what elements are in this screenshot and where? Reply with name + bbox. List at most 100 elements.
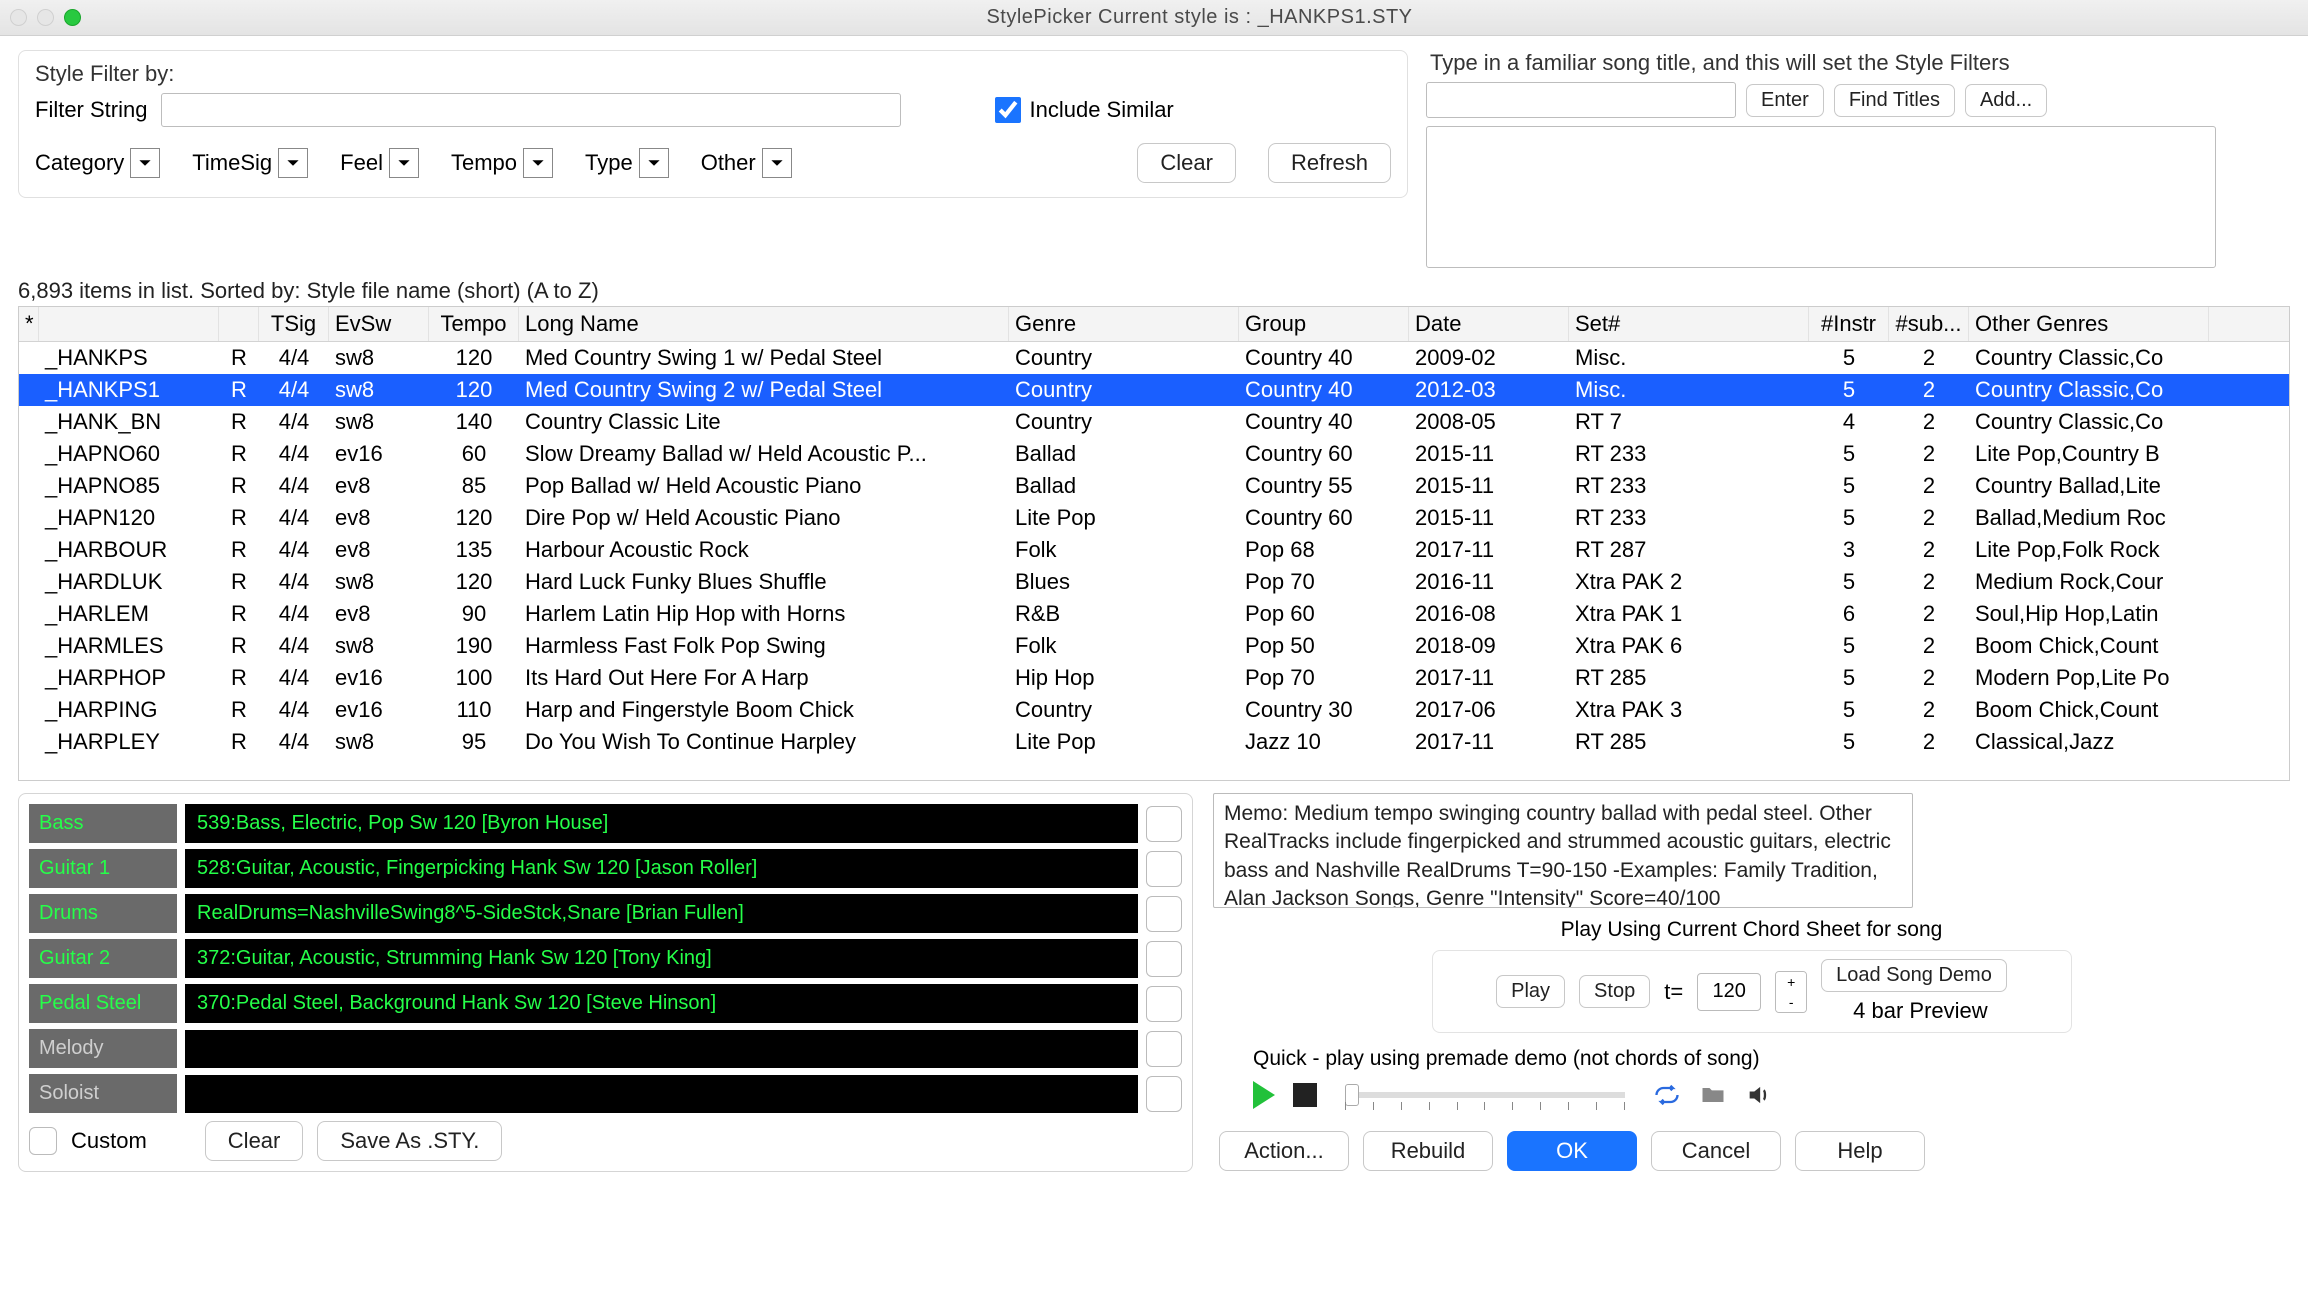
song-title-list[interactable] (1426, 126, 2216, 268)
track-value[interactable]: 539:Bass, Electric, Pop Sw 120 [Byron Ho… (185, 804, 1138, 843)
col-longname[interactable]: Long Name (519, 307, 1009, 341)
find-titles-button[interactable]: Find Titles (1834, 84, 1955, 117)
track-toggle[interactable] (1146, 1031, 1182, 1067)
save-as-sty-button[interactable]: Save As .STY. (317, 1121, 502, 1161)
filter-timesig-dropdown[interactable]: TimeSig (192, 148, 308, 178)
loop-icon[interactable] (1653, 1081, 1681, 1109)
track-toggle[interactable] (1146, 941, 1182, 977)
filter-string-input[interactable] (161, 93, 901, 127)
table-row[interactable]: _HARLEMR4/4ev890Harlem Latin Hip Hop wit… (19, 598, 2289, 630)
tracks-panel: Bass539:Bass, Electric, Pop Sw 120 [Byro… (18, 793, 1193, 1172)
col-name[interactable] (39, 307, 219, 341)
table-row[interactable]: _HAPNO60R4/4ev1660Slow Dreamy Ballad w/ … (19, 438, 2289, 470)
table-row[interactable]: _HARPINGR4/4ev16110Harp and Fingerstyle … (19, 694, 2289, 726)
chevron-down-icon[interactable] (389, 148, 419, 178)
minimize-icon[interactable] (37, 9, 54, 26)
table-row[interactable]: _HANKPSR4/4sw8120Med Country Swing 1 w/ … (19, 342, 2289, 374)
filter-other-dropdown[interactable]: Other (701, 148, 792, 178)
col-date[interactable]: Date (1409, 307, 1569, 341)
col-group[interactable]: Group (1239, 307, 1409, 341)
load-song-demo-button[interactable]: Load Song Demo (1821, 959, 2007, 992)
filter-feel-dropdown[interactable]: Feel (340, 148, 419, 178)
four-bar-preview-checkbox[interactable] (1821, 999, 1845, 1023)
tempo-stepper[interactable]: + - (1775, 971, 1807, 1013)
track-label[interactable]: Soloist (29, 1074, 177, 1113)
table-row[interactable]: _HARDLUKR4/4sw8120Hard Luck Funky Blues … (19, 566, 2289, 598)
cancel-button[interactable]: Cancel (1651, 1131, 1781, 1171)
add-title-button[interactable]: Add... (1965, 84, 2047, 117)
col-instr[interactable]: #Instr (1809, 307, 1889, 341)
track-label[interactable]: Guitar 1 (29, 849, 177, 888)
grid-header[interactable]: * TSig EvSw Tempo Long Name Genre Group … (19, 307, 2289, 342)
help-button[interactable]: Help (1795, 1131, 1925, 1171)
include-similar-checkbox[interactable] (995, 97, 1021, 123)
tempo-input[interactable] (1697, 973, 1761, 1011)
tempo-up-button[interactable]: + (1776, 972, 1806, 992)
position-slider[interactable] (1345, 1092, 1625, 1098)
close-icon[interactable] (10, 9, 27, 26)
track-label[interactable]: Guitar 2 (29, 939, 177, 978)
col-genre[interactable]: Genre (1009, 307, 1239, 341)
play-heading: Play Using Current Chord Sheet for song (1213, 918, 2290, 942)
play-icon[interactable] (1253, 1081, 1275, 1109)
track-label[interactable]: Bass (29, 804, 177, 843)
track-value[interactable]: RealDrums=NashvilleSwing8^5-SideStck,Sna… (185, 894, 1138, 933)
track-toggle[interactable] (1146, 896, 1182, 932)
track-value[interactable] (185, 1075, 1138, 1113)
col-tempo[interactable]: Tempo (429, 307, 519, 341)
style-grid[interactable]: * TSig EvSw Tempo Long Name Genre Group … (18, 306, 2290, 781)
maximize-icon[interactable] (64, 9, 81, 26)
track-value[interactable]: 528:Guitar, Acoustic, Fingerpicking Hank… (185, 849, 1138, 888)
track-label[interactable]: Pedal Steel (29, 984, 177, 1023)
grid-body[interactable]: _HANKPSR4/4sw8120Med Country Swing 1 w/ … (19, 342, 2289, 780)
stop-button[interactable]: Stop (1579, 975, 1650, 1008)
filter-category-dropdown[interactable]: Category (35, 148, 160, 178)
table-row[interactable]: _HARPLEYR4/4sw895Do You Wish To Continue… (19, 726, 2289, 758)
window-controls (10, 9, 81, 26)
play-button[interactable]: Play (1496, 975, 1565, 1008)
action-button[interactable]: Action... (1219, 1131, 1349, 1171)
col-set[interactable]: Set# (1569, 307, 1809, 341)
col-r[interactable] (219, 307, 259, 341)
chevron-down-icon[interactable] (523, 148, 553, 178)
table-row[interactable]: _HARPHOPR4/4ev16100Its Hard Out Here For… (19, 662, 2289, 694)
tracks-clear-button[interactable]: Clear (205, 1121, 304, 1161)
table-row[interactable]: _HAPN120R4/4ev8120Dire Pop w/ Held Acous… (19, 502, 2289, 534)
col-star[interactable]: * (19, 307, 39, 341)
table-row[interactable]: _HARMLESR4/4sw8190Harmless Fast Folk Pop… (19, 630, 2289, 662)
tempo-down-button[interactable]: - (1776, 992, 1806, 1012)
stop-icon[interactable] (1293, 1083, 1317, 1107)
filter-tempo-dropdown[interactable]: Tempo (451, 148, 553, 178)
chevron-down-icon[interactable] (278, 148, 308, 178)
enter-button[interactable]: Enter (1746, 84, 1824, 117)
song-title-input[interactable] (1426, 82, 1736, 118)
col-tsig[interactable]: TSig (259, 307, 329, 341)
chevron-down-icon[interactable] (130, 148, 160, 178)
track-toggle[interactable] (1146, 1076, 1182, 1112)
track-toggle[interactable] (1146, 851, 1182, 887)
track-toggle[interactable] (1146, 986, 1182, 1022)
col-sub[interactable]: #sub... (1889, 307, 1969, 341)
chevron-down-icon[interactable] (639, 148, 669, 178)
chevron-down-icon[interactable] (762, 148, 792, 178)
track-label[interactable]: Drums (29, 894, 177, 933)
table-row[interactable]: _HAPNO85R4/4ev885Pop Ballad w/ Held Acou… (19, 470, 2289, 502)
table-row[interactable]: _HANKPS1R4/4sw8120Med Country Swing 2 w/… (19, 374, 2289, 406)
speaker-icon[interactable] (1745, 1081, 1773, 1109)
col-other[interactable]: Other Genres (1969, 307, 2209, 341)
col-evsw[interactable]: EvSw (329, 307, 429, 341)
table-row[interactable]: _HARBOURR4/4ev8135Harbour Acoustic RockF… (19, 534, 2289, 566)
folder-icon[interactable] (1699, 1081, 1727, 1109)
ok-button[interactable]: OK (1507, 1131, 1637, 1171)
track-label[interactable]: Melody (29, 1029, 177, 1068)
custom-checkbox[interactable] (29, 1127, 57, 1155)
clear-filter-button[interactable]: Clear (1137, 143, 1236, 183)
track-value[interactable] (185, 1030, 1138, 1068)
track-value[interactable]: 372:Guitar, Acoustic, Strumming Hank Sw … (185, 939, 1138, 978)
track-value[interactable]: 370:Pedal Steel, Background Hank Sw 120 … (185, 984, 1138, 1023)
rebuild-button[interactable]: Rebuild (1363, 1131, 1493, 1171)
track-toggle[interactable] (1146, 806, 1182, 842)
refresh-button[interactable]: Refresh (1268, 143, 1391, 183)
filter-type-dropdown[interactable]: Type (585, 148, 669, 178)
table-row[interactable]: _HANK_BNR4/4sw8140Country Classic LiteCo… (19, 406, 2289, 438)
